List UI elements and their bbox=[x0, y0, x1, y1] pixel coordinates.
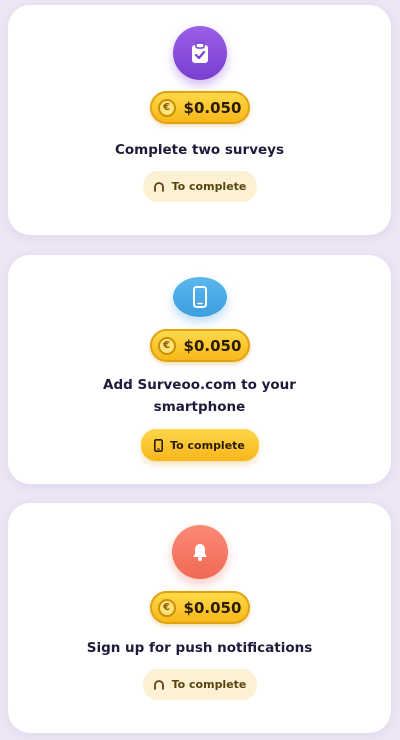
smartphone-icon bbox=[154, 438, 164, 452]
to-complete-button[interactable]: To complete bbox=[140, 429, 259, 461]
task-title-line-2: smartphone bbox=[153, 399, 246, 415]
reward-amount: $0.050 bbox=[183, 336, 242, 355]
task-title: Sign up for push notifications bbox=[86, 640, 313, 656]
coin-icon: € bbox=[157, 598, 176, 617]
coin-icon: € bbox=[157, 336, 176, 355]
bell-icon bbox=[171, 525, 228, 579]
task-title-line-1: Add Surveoo.com to your bbox=[103, 377, 296, 393]
task-card-surveys: € $0.050 Complete two surveys To complet… bbox=[8, 5, 391, 235]
coin-icon: € bbox=[157, 98, 176, 117]
to-complete-button[interactable]: To complete bbox=[142, 669, 257, 700]
reward-amount: $0.050 bbox=[183, 598, 242, 617]
button-label: To complete bbox=[171, 678, 247, 691]
reward-amount: $0.050 bbox=[183, 98, 242, 117]
smartphone-icon bbox=[172, 277, 227, 317]
clipboard-check-icon bbox=[172, 26, 227, 80]
reward-badge: € $0.050 bbox=[149, 329, 250, 362]
button-label: To complete bbox=[171, 180, 247, 193]
task-card-smartphone: € $0.050 Add Surveoo.com to your smartph… bbox=[8, 255, 391, 484]
reward-badge: € $0.050 bbox=[149, 91, 250, 124]
task-title: Complete two surveys bbox=[114, 142, 284, 158]
button-label: To complete bbox=[170, 438, 245, 452]
to-complete-button[interactable]: To complete bbox=[142, 171, 257, 202]
progress-arc-icon bbox=[153, 679, 164, 690]
progress-arc-icon bbox=[153, 181, 164, 192]
reward-badge: € $0.050 bbox=[149, 591, 250, 624]
task-card-notifications: € $0.050 Sign up for push notifications … bbox=[8, 503, 391, 733]
